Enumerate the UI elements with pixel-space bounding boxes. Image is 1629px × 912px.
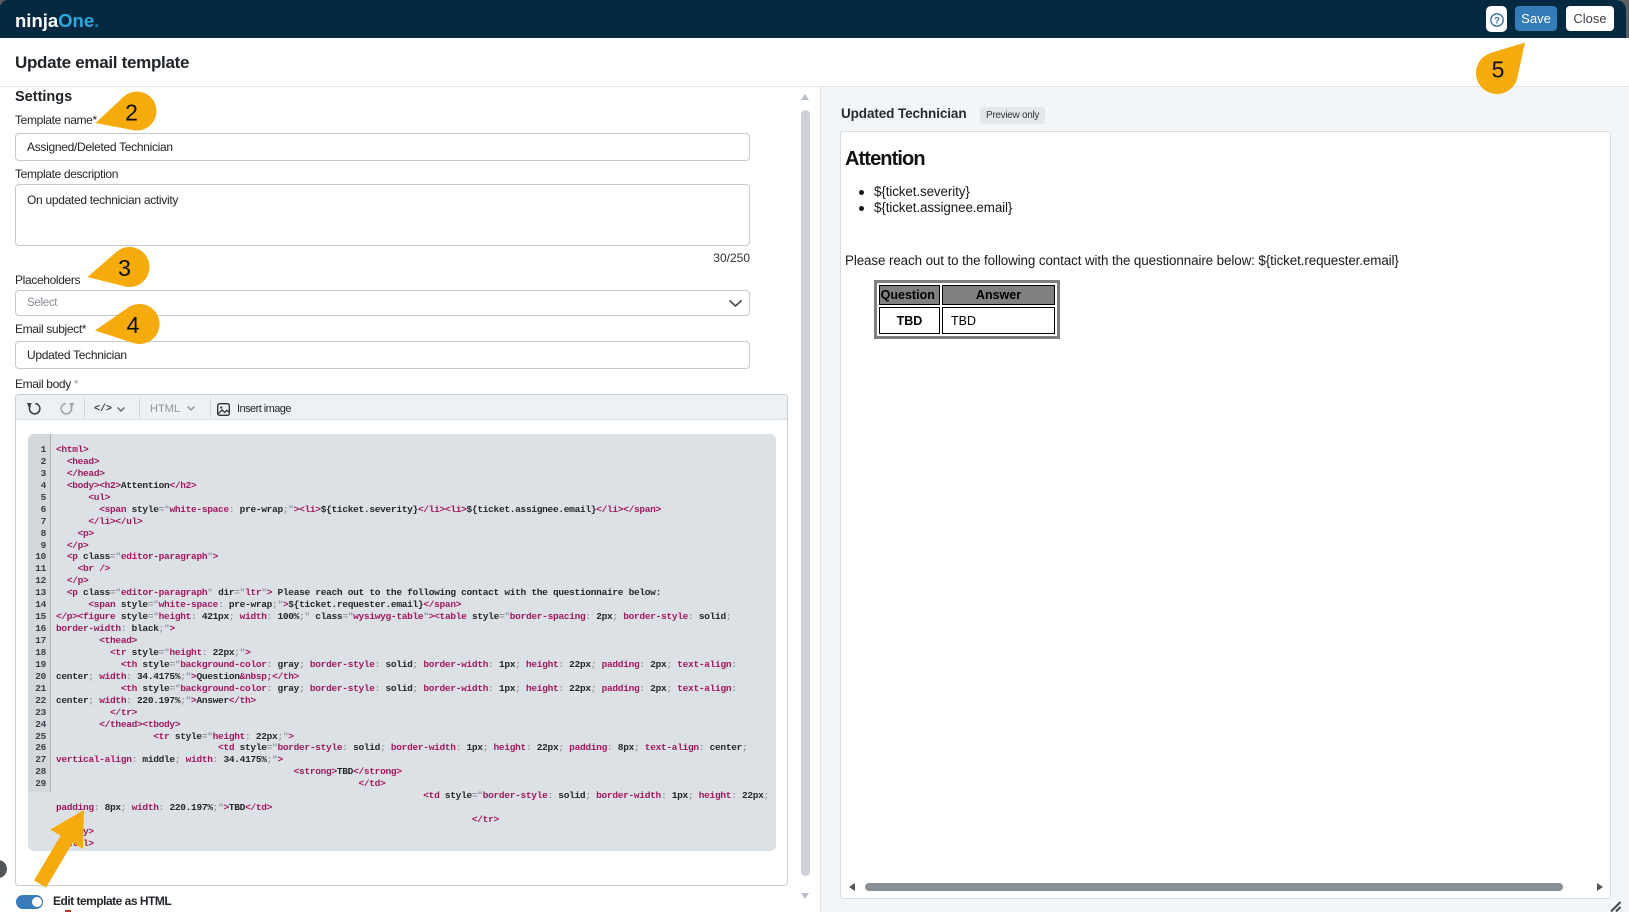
svg-text:5: 5: [1492, 57, 1505, 83]
svg-text:2: 2: [125, 100, 138, 126]
svg-text:4: 4: [127, 312, 140, 338]
svg-text:3: 3: [118, 255, 131, 281]
